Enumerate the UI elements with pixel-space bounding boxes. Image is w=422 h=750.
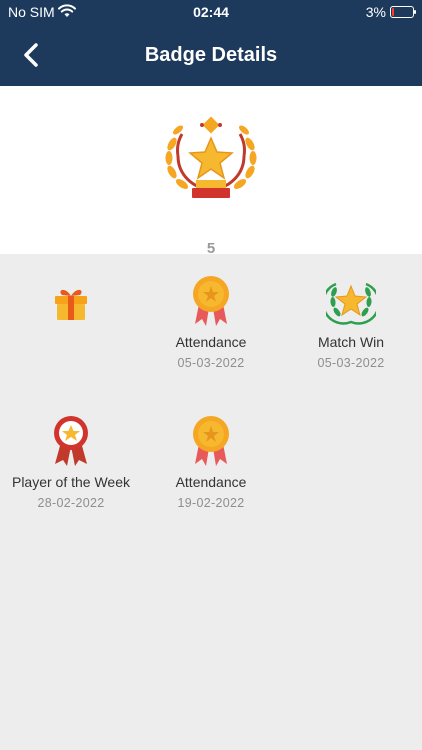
badge-date: 19-02-2022	[177, 496, 245, 510]
badge-item[interactable]: Player of the Week 28-02-2022	[1, 414, 141, 510]
badge-item[interactable]: Attendance 19-02-2022	[141, 414, 281, 510]
badge-name: Player of the Week	[11, 474, 131, 490]
status-bar: No SIM 02:44 3%	[0, 0, 422, 24]
battery-icon	[390, 6, 416, 18]
laurel-trophy-icon	[165, 116, 257, 198]
rosette-icon	[54, 416, 88, 466]
badge-name: Attendance	[175, 474, 247, 490]
badge-date: 28-02-2022	[37, 496, 105, 510]
laurel-star-icon	[326, 282, 376, 325]
badge-item[interactable]: Match Win 05-03-2022	[281, 274, 421, 370]
badge-name: Attendance	[175, 334, 247, 350]
nav-bar: Badge Details	[0, 24, 422, 86]
clock: 02:44	[193, 4, 229, 20]
badge-name: Match Win	[317, 334, 385, 350]
badge-item[interactable]	[1, 282, 141, 328]
medal-icon	[193, 276, 229, 326]
medal-icon	[193, 416, 229, 466]
badge-date: 05-03-2022	[317, 356, 385, 370]
page-title: Badge Details	[144, 44, 278, 66]
badge-count: 5	[206, 240, 216, 257]
badge-summary: 5	[0, 86, 422, 257]
badge-item[interactable]: Attendance 05-03-2022	[141, 274, 281, 370]
badge-date: 05-03-2022	[177, 356, 245, 370]
gift-icon	[55, 289, 87, 320]
battery-percent: 3%	[365, 4, 386, 20]
